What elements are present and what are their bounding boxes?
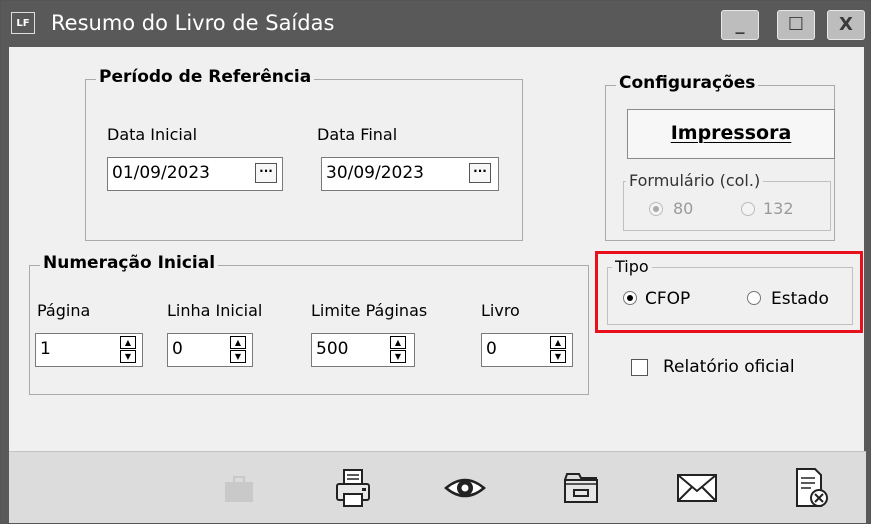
radio-132-label: 132 [763,199,794,218]
relatorio-oficial-checkbox[interactable] [631,359,648,376]
eye-icon[interactable] [441,464,489,512]
radio-cfop[interactable] [623,291,637,305]
linha-inicial-spinner[interactable]: ▲ ▼ [229,336,247,364]
relatorio-oficial-label: Relatório oficial [663,357,795,377]
linha-inicial-label: Linha Inicial [167,301,263,320]
minimize-button[interactable]: _ [721,10,759,40]
printer-icon[interactable] [329,464,377,512]
spin-down-icon[interactable]: ▼ [550,350,566,363]
maximize-icon: ☐ [787,14,805,35]
data-inicial-label: Data Inicial [107,125,198,144]
pagina-spinner[interactable]: ▲ ▼ [119,336,137,364]
app-icon: LF [11,12,35,34]
livro-spinner[interactable]: ▲ ▼ [549,336,567,364]
bottom-toolbar [9,451,866,523]
spin-up-icon[interactable]: ▲ [550,336,566,349]
minimize-icon: _ [735,14,745,35]
limite-paginas-spinner[interactable]: ▲ ▼ [389,336,407,364]
radio-cfop-label: CFOP [645,289,691,309]
spin-up-icon[interactable]: ▲ [390,336,406,349]
maximize-button[interactable]: ☐ [777,10,815,40]
radio-132[interactable] [741,202,755,216]
radio-80-label: 80 [673,199,694,218]
configuracoes-title: Configurações [616,73,759,93]
title-bar[interactable]: LF Resumo do Livro de Saídas _ ☐ X [1,1,870,47]
livro-label: Livro [481,301,520,320]
window-title: Resumo do Livro de Saídas [51,11,335,35]
window: LF Resumo do Livro de Saídas _ ☐ X Perío… [0,0,871,524]
spin-up-icon[interactable]: ▲ [230,336,246,349]
periodo-title: Período de Referência [96,67,315,87]
numeracao-group: Numeração Inicial [29,253,589,395]
window-left-border [1,47,9,523]
limite-paginas-label: Limite Páginas [311,301,428,320]
radio-estado[interactable] [747,291,761,305]
close-button[interactable]: X [827,10,865,40]
data-final-picker-button[interactable]: ··· [469,163,491,183]
tipo-title: Tipo [612,257,652,276]
radio-estado-label: Estado [771,289,829,309]
folder-icon[interactable] [557,464,605,512]
pagina-label: Página [37,301,91,320]
spin-up-icon[interactable]: ▲ [120,336,136,349]
briefcase-icon [215,464,263,512]
data-final-label: Data Final [317,125,398,144]
numeracao-title: Numeração Inicial [40,253,219,273]
formulario-title: Formulário (col.) [626,171,764,190]
close-icon: X [839,14,853,35]
impressora-button[interactable]: Impressora [627,109,835,159]
mail-icon[interactable] [673,464,721,512]
spin-down-icon[interactable]: ▼ [390,350,406,363]
radio-80[interactable] [649,202,663,216]
data-inicial-picker-button[interactable]: ··· [255,163,277,183]
document-close-icon[interactable] [785,464,833,512]
spin-down-icon[interactable]: ▼ [120,350,136,363]
spin-down-icon[interactable]: ▼ [230,350,246,363]
